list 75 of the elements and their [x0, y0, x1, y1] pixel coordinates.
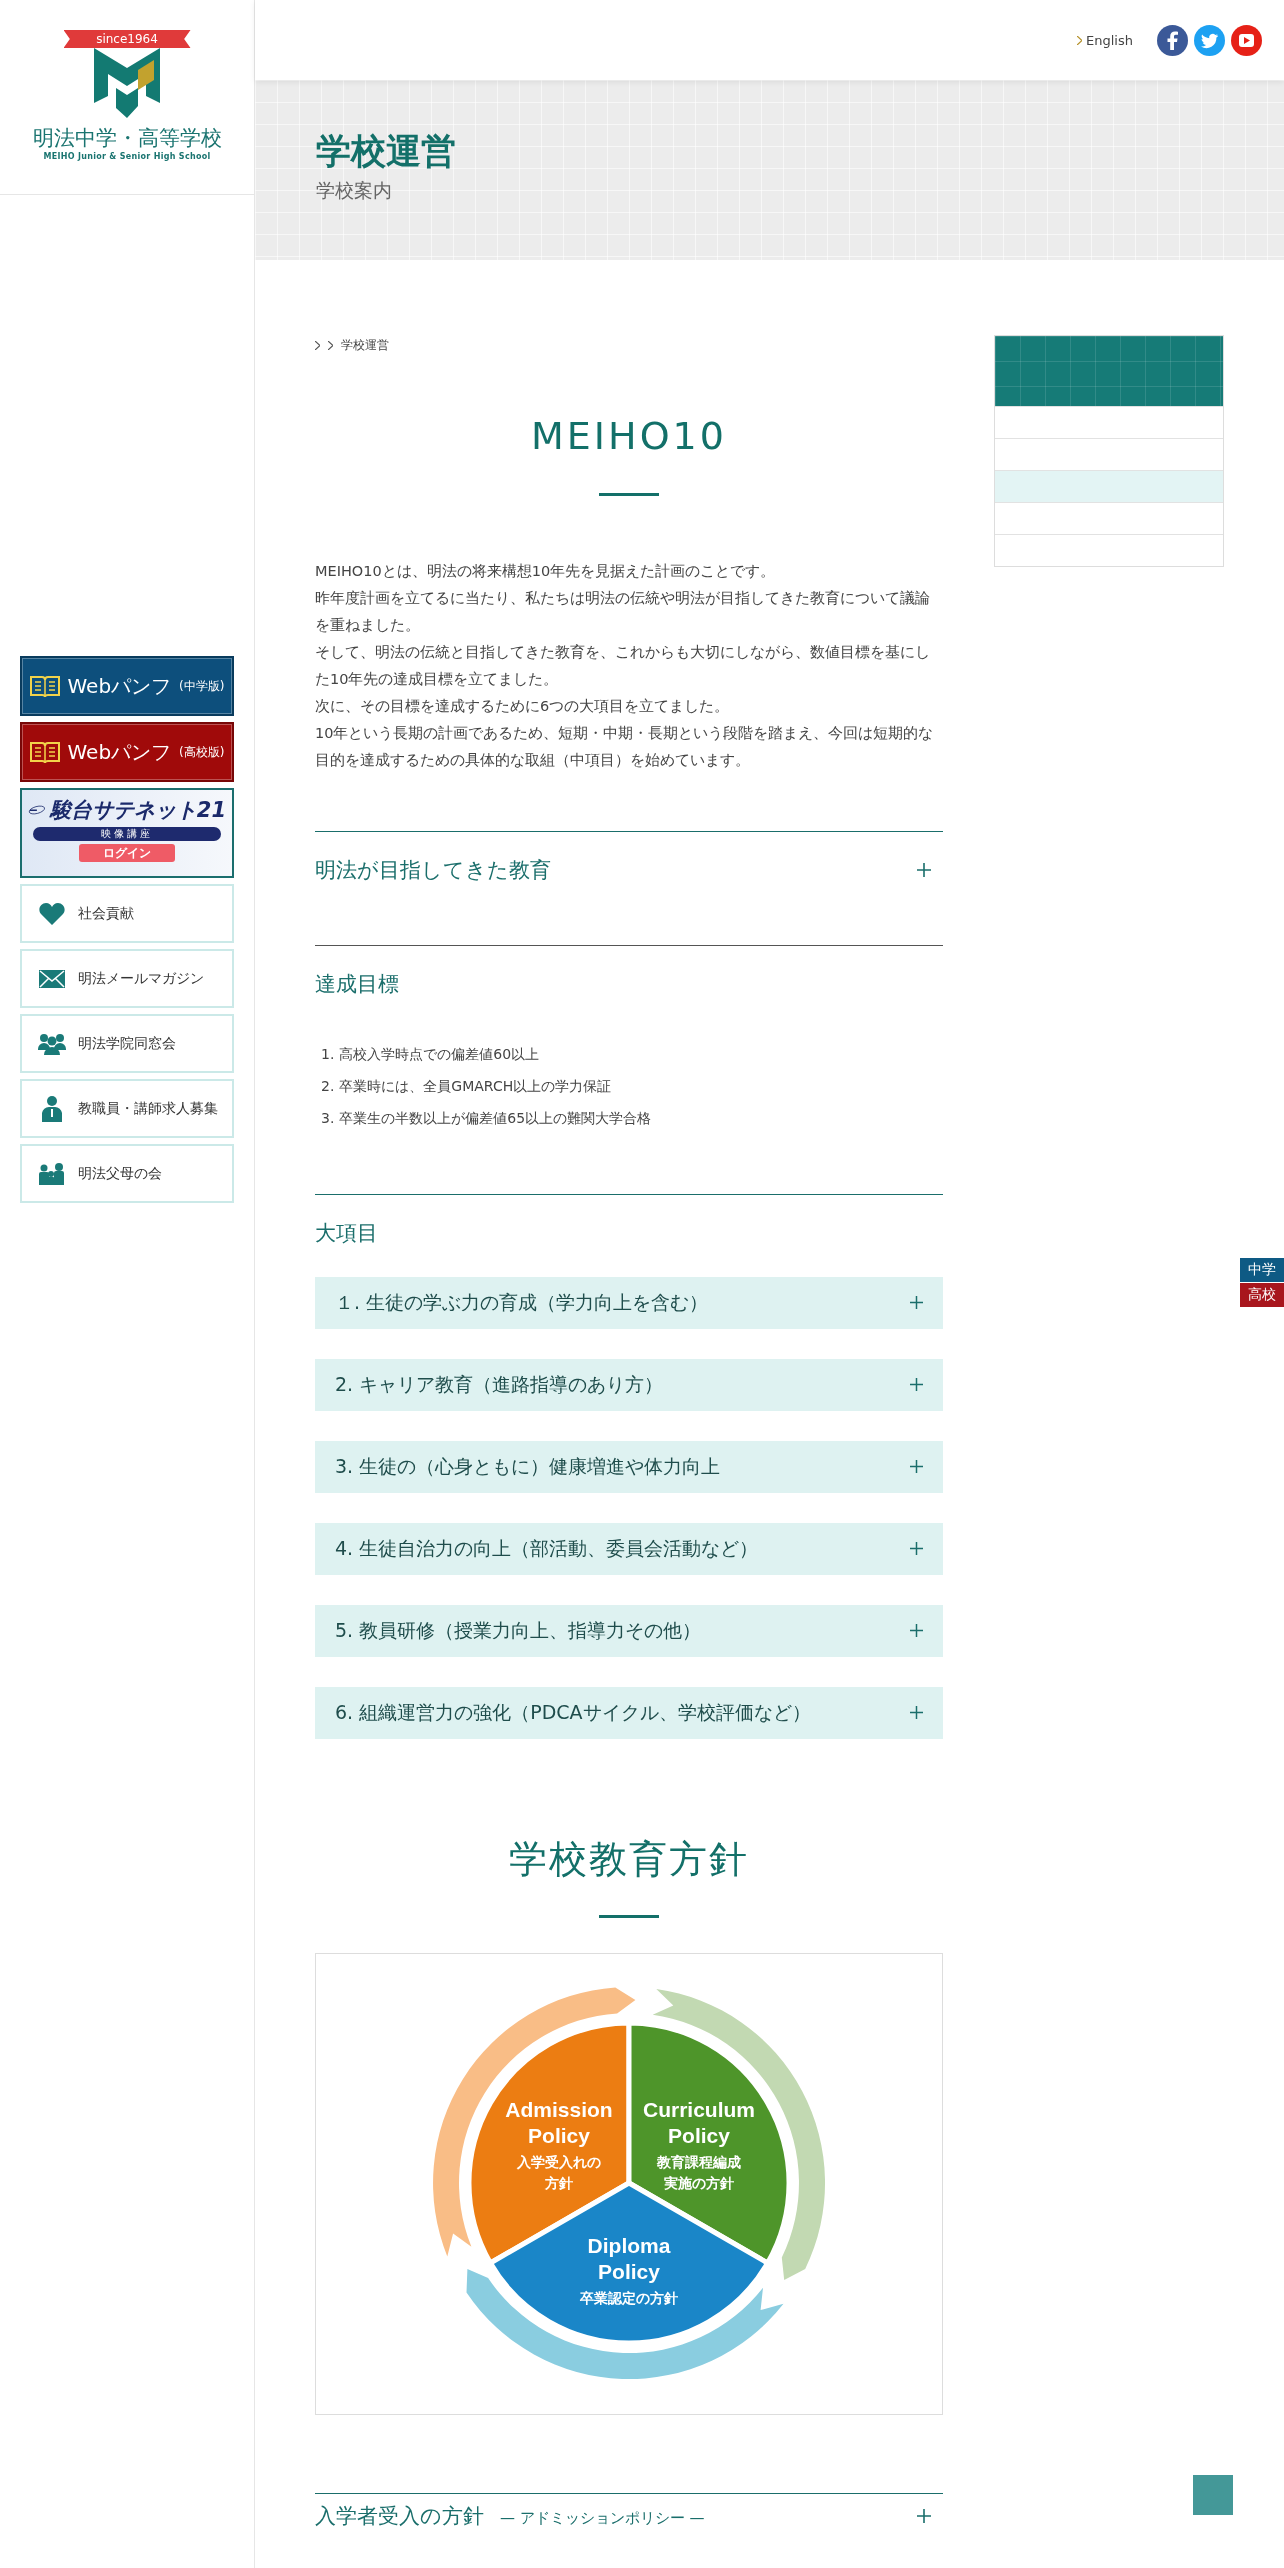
book-icon: [29, 675, 60, 697]
accordion-item[interactable]: 2. キャリア教育（進路指導のあり方）: [315, 1358, 943, 1411]
section-heading: 大項目: [315, 1219, 379, 1247]
intro-sentence: MEIHO10とは、明法の将来構想10年先を見据えた計画のことです。: [315, 561, 777, 581]
link-label: 明法学院同窓会: [78, 1034, 176, 1053]
slice-caption: 教育課程編成: [657, 2154, 741, 2171]
school-name: 明法中学・高等学校: [32, 125, 222, 152]
section-title: 学校教育方針: [508, 1836, 750, 1883]
plus-icon[interactable]: [910, 1706, 923, 1720]
play-icon[interactable]: [1231, 24, 1262, 56]
link-label: 教職員・講師求人募集: [78, 1099, 218, 1118]
plus-icon[interactable]: [910, 1542, 923, 1556]
logo-mark-icon: [94, 48, 160, 118]
accordion-item[interactable]: 3. 生徒の（心身ともに）健康増進や体力向上: [315, 1440, 943, 1493]
breadcrumb-current: 学校運営: [341, 337, 389, 354]
facebook-icon[interactable]: [1157, 24, 1188, 56]
intro-sentence: 10年という長期の計画であるため、短期・中期・長期という段階を踏まえ、今回は短期的な目的を達成するための具体的な取組（中項目）を始めています。: [315, 723, 935, 770]
section-title: MEIHO10: [530, 414, 728, 460]
person-icon: [42, 1095, 62, 1122]
school-tab[interactable]: 高校: [1240, 1283, 1284, 1307]
slice-title: Diploma Policy: [587, 2234, 671, 2284]
since-ribbon: since1964: [63, 30, 191, 48]
bird-icon[interactable]: [1194, 24, 1225, 56]
link-label: 明法メールマガジン: [78, 969, 204, 988]
accordion-header[interactable]: 明法が目指してきた教育: [315, 830, 943, 908]
plus-icon[interactable]: [917, 2509, 931, 2524]
slice-caption: 実施の方針: [664, 2175, 734, 2192]
mail-icon: [39, 969, 65, 988]
slice-title: Admission Policy: [505, 2098, 613, 2148]
sidebar-link[interactable]: 明法学院同窓会: [20, 1014, 234, 1073]
list-number: 1.: [321, 1044, 335, 1064]
slice-caption: 卒業認定の方針: [580, 2290, 678, 2307]
heart-icon: [39, 902, 65, 925]
accordion-item[interactable]: 6. 組織運営力の強化（PDCAサイクル、学校評価など）: [315, 1686, 943, 1739]
list-number: 3.: [321, 1108, 335, 1128]
sidebar-link[interactable]: 教職員・講師求人募集: [20, 1079, 234, 1138]
page-category: 学校案内: [316, 178, 393, 203]
goal-item: 卒業時には、全員GMARCH以上の学力保証: [339, 1076, 612, 1096]
accordion-item[interactable]: 4. 生徒自治力の向上（部活動、委員会活動など）: [315, 1522, 943, 1575]
section-heading: 達成目標: [315, 970, 400, 998]
slice-caption: 入学受入れの: [517, 2154, 601, 2171]
plus-icon[interactable]: [910, 1460, 923, 1474]
intro-sentence: 昨年度計画を立てるに当たり、私たちは明法の伝統や明法が目指してきた教育について議論を重ねました。: [315, 588, 931, 635]
accordion-header[interactable]: 入学者受入の方針 — アドミッションポリシー —: [315, 2493, 943, 2531]
slice-caption: 方針: [545, 2175, 573, 2192]
accordion-item[interactable]: 5. 教員研修（授業力向上、指導力その他）: [315, 1604, 943, 1657]
list-number: 2.: [321, 1076, 335, 1096]
plus-icon[interactable]: [917, 862, 931, 877]
sidebar-link[interactable]: 社会貢献: [20, 884, 234, 943]
plus-icon[interactable]: [910, 1624, 923, 1638]
slice-title: Curriculum Policy: [643, 2098, 755, 2148]
english-link[interactable]: English: [1077, 32, 1133, 48]
link-label: 社会貢献: [78, 904, 134, 923]
school-tab[interactable]: 中学: [1240, 1258, 1284, 1282]
intro-sentence: そして、明法の伝統と目指してきた教育を、これからも大切にしながら、数値目標を基にした10年先の達成目標を立てました。: [315, 642, 931, 689]
plus-icon[interactable]: [910, 1378, 923, 1392]
family-icon: [38, 1162, 66, 1185]
pamphlet-banner[interactable]: Webパンフ (中学版): [20, 656, 234, 716]
plus-icon[interactable]: [910, 1296, 923, 1310]
book-icon: [29, 741, 60, 763]
group-icon: [38, 1032, 66, 1055]
chevron-icon: [1077, 35, 1083, 45]
link-label: 明法父母の会: [78, 1164, 162, 1183]
video-course-banner[interactable]: 駿台サテネット21 映像講座 ログイン: [20, 788, 234, 878]
goal-item: 高校入学時点での偏差値60以上: [339, 1044, 540, 1064]
school-name-english: MEIHO Junior & Senior High School: [43, 152, 211, 161]
page-title: 学校運営: [316, 130, 457, 172]
intro-sentence: 次に、その目標を達成するために6つの大項目を立てました。: [315, 696, 731, 716]
sidebar-link[interactable]: 明法メールマガジン: [20, 949, 234, 1008]
goal-item: 卒業生の半数以上が偏差値65以上の難関大学合格: [339, 1108, 652, 1128]
course-title: 駿台サテネット21: [49, 797, 226, 824]
accordion-item[interactable]: １. 生徒の学ぶ力の育成（学力向上を含む）: [315, 1276, 943, 1329]
sidebar-link[interactable]: 明法父母の会: [20, 1144, 234, 1203]
course-tagline: 映像講座: [32, 827, 222, 841]
pamphlet-banner[interactable]: Webパンフ (高校版): [20, 722, 234, 782]
